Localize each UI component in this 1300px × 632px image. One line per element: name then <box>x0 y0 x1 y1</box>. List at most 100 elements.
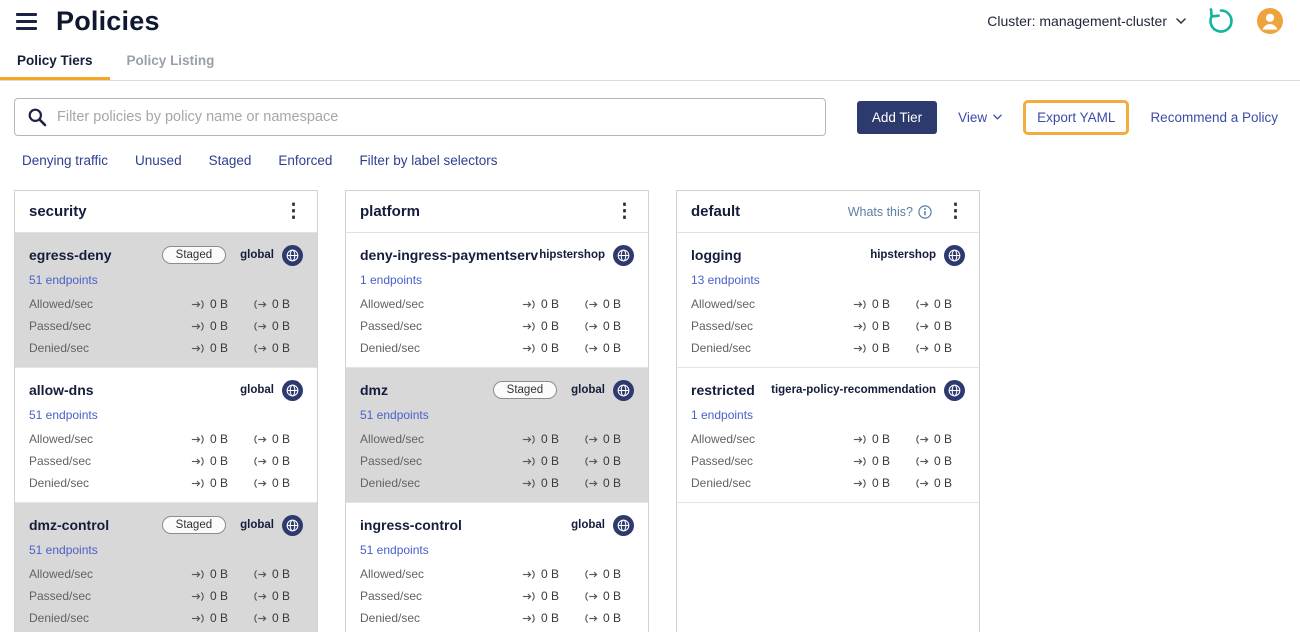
recommend-policy-button[interactable]: Recommend a Policy <box>1150 110 1278 125</box>
endpoints-link[interactable]: 51 endpoints <box>360 408 429 422</box>
policy-card[interactable]: dmz-control Staged global 51 endpoints Allow… <box>15 503 317 632</box>
user-avatar[interactable] <box>1256 7 1284 35</box>
metric-ingress-value: 0 B <box>853 454 911 468</box>
view-dropdown[interactable]: View <box>958 110 1002 125</box>
metric-row: Denied/sec 0 B 0 B <box>360 476 634 490</box>
metric-label: Denied/sec <box>29 476 90 490</box>
metric-row: Allowed/sec 0 B 0 B <box>360 297 634 311</box>
policy-card-header: deny-ingress-paymentservi... hipstershop <box>360 244 634 266</box>
policy-card[interactable]: logging hipstershop 13 endpoints Allowed/se… <box>677 233 979 368</box>
egress-icon <box>584 456 598 467</box>
metric-egress-value: 0 B <box>915 319 965 333</box>
metric-egress-value: 0 B <box>584 589 634 603</box>
policy-name: egress-deny <box>29 247 112 263</box>
metric-ingress-value: 0 B <box>191 476 249 490</box>
tier-menu-button[interactable]: ⋮ <box>615 202 634 221</box>
policy-card[interactable]: restricted tigera-policy-recommendation 1 … <box>677 368 979 503</box>
tab-policy-listing[interactable]: Policy Listing <box>110 42 232 80</box>
metric-label: Passed/sec <box>29 454 92 468</box>
policy-name: dmz <box>360 382 388 398</box>
endpoints-link[interactable]: 51 endpoints <box>29 273 98 287</box>
cluster-selector[interactable]: Cluster: management-cluster <box>987 13 1186 29</box>
policy-card[interactable]: egress-deny Staged global 51 endpoints Allow… <box>15 233 317 368</box>
add-tier-button[interactable]: Add Tier <box>856 100 938 134</box>
globe-icon <box>282 379 303 401</box>
tab-policy-tiers[interactable]: Policy Tiers <box>0 42 110 80</box>
egress-icon <box>584 434 598 445</box>
ingress-icon <box>853 456 867 467</box>
egress-icon <box>253 613 267 624</box>
tier-menu-button[interactable]: ⋮ <box>284 202 303 221</box>
endpoints-link[interactable]: 51 endpoints <box>360 543 429 557</box>
egress-icon <box>253 456 267 467</box>
filter-label-selectors[interactable]: Filter by label selectors <box>359 153 497 168</box>
filter-denying-traffic[interactable]: Denying traffic <box>22 153 108 168</box>
metric-row: Allowed/sec 0 B 0 B <box>691 432 965 446</box>
namespace-icon <box>613 244 634 266</box>
policy-card-header: dmz Staged global <box>360 379 634 401</box>
staged-badge: Staged <box>161 246 227 264</box>
filter-staged[interactable]: Staged <box>209 153 252 168</box>
tier-security: security ⋮ egress-deny Staged global 51 endpo… <box>14 190 318 632</box>
metric-label: Allowed/sec <box>691 297 756 311</box>
egress-icon <box>253 591 267 602</box>
metric-label: Passed/sec <box>29 319 92 333</box>
policy-card-header: allow-dns global <box>29 379 303 401</box>
policy-card[interactable]: ingress-control global 51 endpoints Allowed… <box>346 503 648 632</box>
endpoints-link[interactable]: 51 endpoints <box>29 543 98 557</box>
metric-egress-value: 0 B <box>584 432 634 446</box>
metric-row: Allowed/sec 0 B 0 B <box>29 567 303 581</box>
ingress-icon <box>853 434 867 445</box>
tier-menu-button[interactable]: ⋮ <box>946 202 965 221</box>
ingress-icon <box>191 434 205 445</box>
metric-ingress-value: 0 B <box>522 589 580 603</box>
staged-badge: Staged <box>492 381 558 399</box>
export-yaml-button[interactable]: Export YAML <box>1023 99 1130 135</box>
whats-this-link[interactable]: Whats this? <box>848 205 932 219</box>
metric-label: Denied/sec <box>29 611 90 625</box>
ingress-icon <box>191 456 205 467</box>
search-input[interactable] <box>57 109 813 125</box>
metric-row: Passed/sec 0 B 0 B <box>360 454 634 468</box>
metric-row: Denied/sec 0 B 0 B <box>360 341 634 355</box>
metric-egress-value: 0 B <box>915 476 965 490</box>
ingress-icon <box>191 299 205 310</box>
metric-label: Allowed/sec <box>360 432 425 446</box>
history-icon[interactable] <box>1206 6 1236 36</box>
metric-row: Denied/sec 0 B 0 B <box>360 611 634 625</box>
metric-ingress-value: 0 B <box>191 454 249 468</box>
policy-card[interactable]: allow-dns global 51 endpoints Allowed/sec 0 … <box>15 368 317 503</box>
metric-egress-value: 0 B <box>253 611 303 625</box>
metric-label: Allowed/sec <box>29 567 94 581</box>
policy-scope-label: global <box>571 519 605 531</box>
metric-row: Passed/sec 0 B 0 B <box>29 589 303 603</box>
endpoints-link[interactable]: 1 endpoints <box>360 273 422 287</box>
metric-egress-value: 0 B <box>915 454 965 468</box>
policy-name: ingress-control <box>360 517 462 533</box>
policy-card[interactable]: deny-ingress-paymentservi... hipstershop 1… <box>346 233 648 368</box>
metric-ingress-value: 0 B <box>191 567 249 581</box>
ingress-icon <box>191 321 205 332</box>
policy-card[interactable]: dmz Staged global 51 endpoints Allowed/sec 0 … <box>346 368 648 503</box>
tier-header: platform ⋮ <box>346 191 648 233</box>
ingress-icon <box>191 478 205 489</box>
filter-enforced[interactable]: Enforced <box>278 153 332 168</box>
metric-row: Allowed/sec 0 B 0 B <box>29 432 303 446</box>
filter-unused[interactable]: Unused <box>135 153 182 168</box>
endpoints-link[interactable]: 13 endpoints <box>691 273 760 287</box>
menu-icon[interactable] <box>16 12 40 30</box>
globe-icon <box>282 514 303 536</box>
metric-ingress-value: 0 B <box>853 341 911 355</box>
policy-card-header: restricted tigera-policy-recommendation <box>691 379 965 401</box>
tier-default: default Whats this? ⋮ logging hipstershop 13 … <box>676 190 980 632</box>
policy-scope-label: global <box>240 519 274 531</box>
metric-row: Denied/sec 0 B 0 B <box>29 611 303 625</box>
metric-ingress-value: 0 B <box>853 297 911 311</box>
endpoints-link[interactable]: 1 endpoints <box>691 408 753 422</box>
endpoints-link[interactable]: 51 endpoints <box>29 408 98 422</box>
metric-label: Passed/sec <box>691 319 754 333</box>
metric-egress-value: 0 B <box>915 432 965 446</box>
egress-icon <box>915 299 929 310</box>
metric-ingress-value: 0 B <box>191 319 249 333</box>
metric-egress-value: 0 B <box>253 476 303 490</box>
